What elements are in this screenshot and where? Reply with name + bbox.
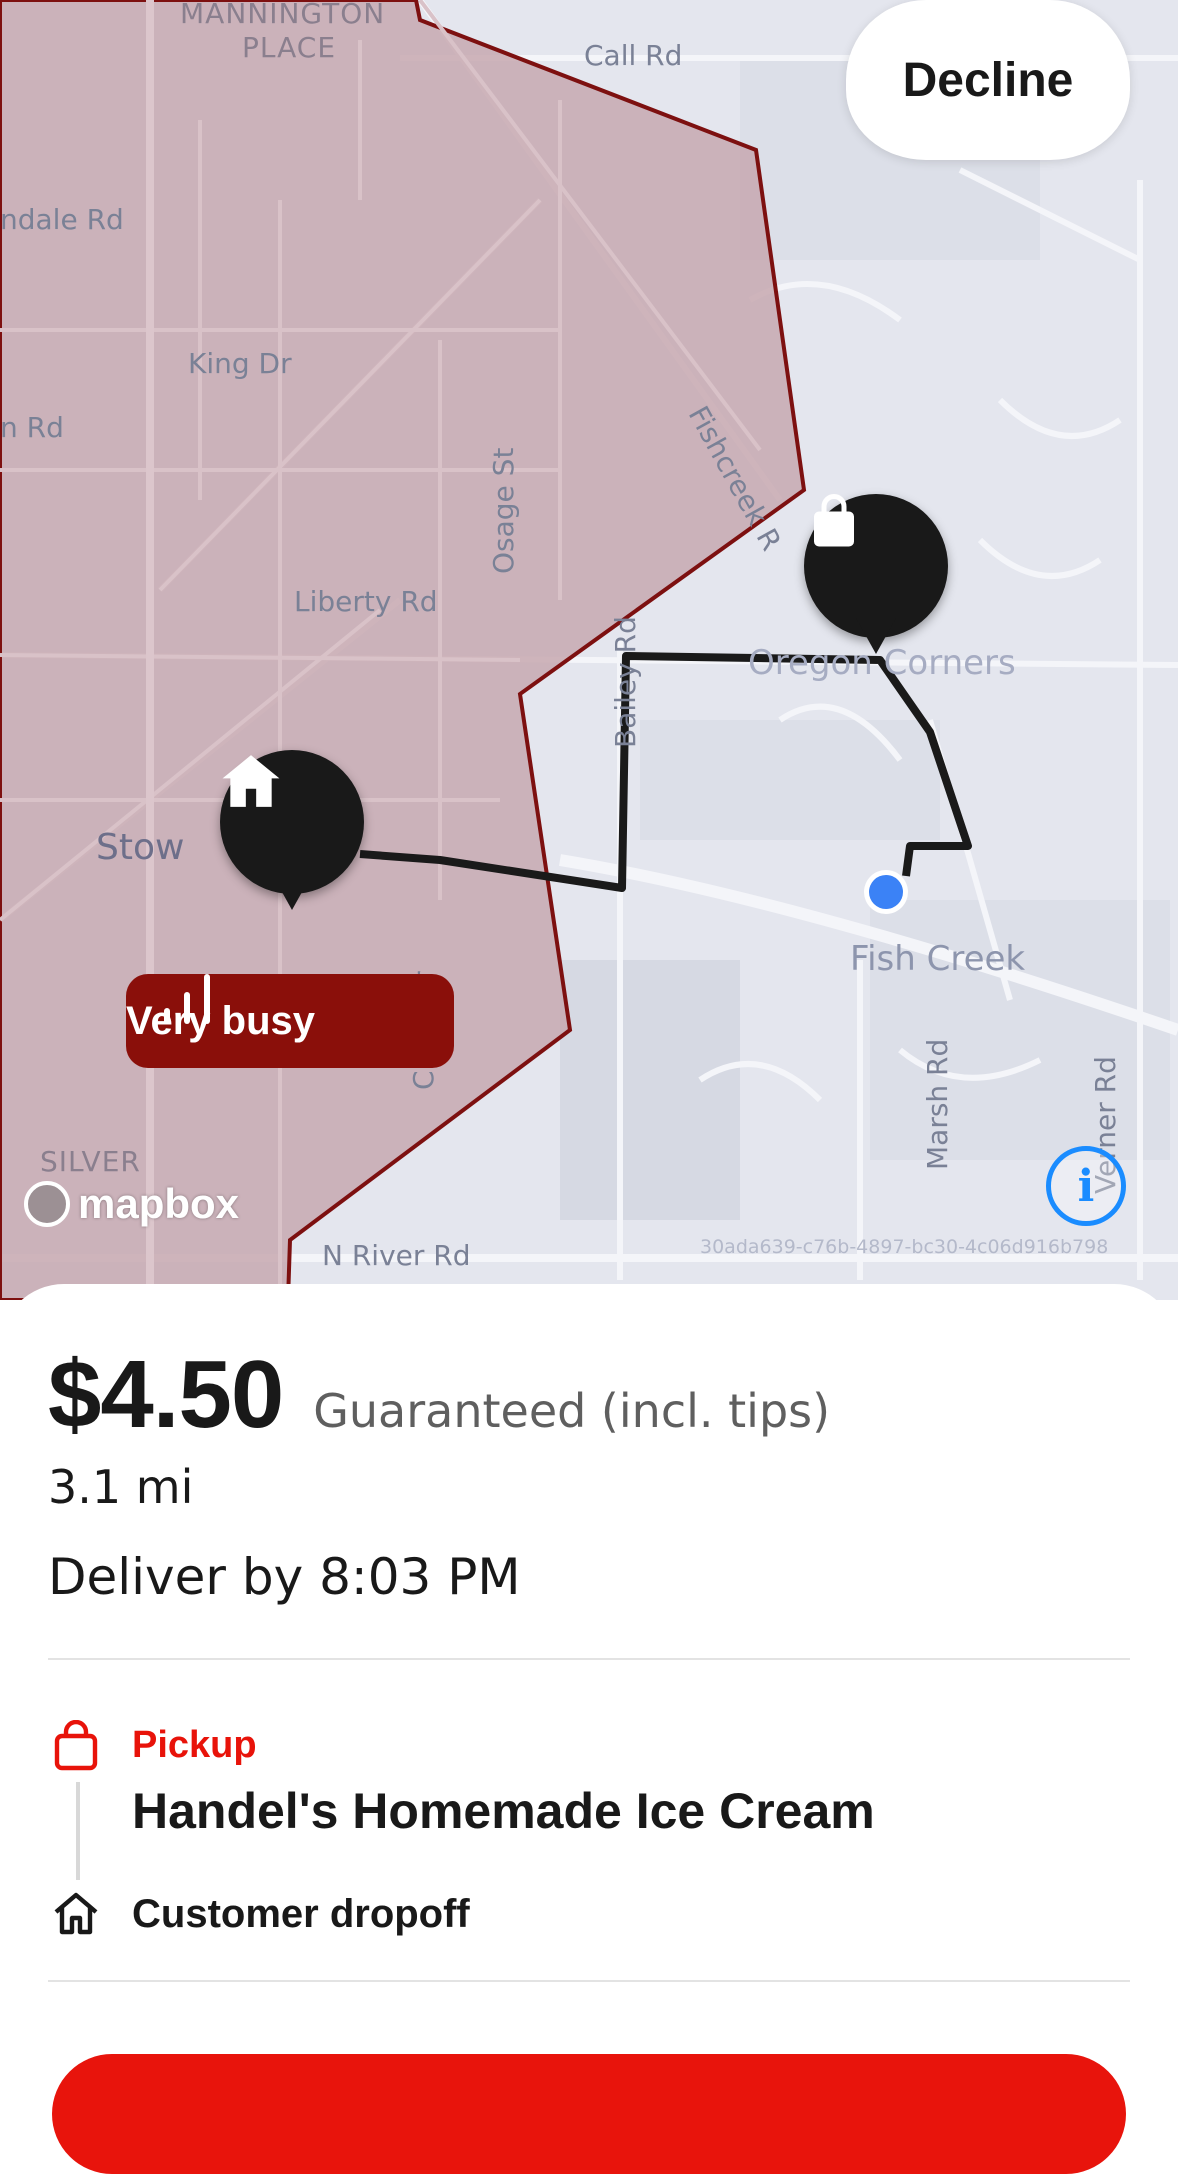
deliver-by-time: Deliver by 8:03 PM <box>48 1548 521 1606</box>
map-info-button[interactable]: i <box>1046 1146 1126 1226</box>
route-connector-line <box>76 1782 80 1880</box>
decline-button[interactable]: Decline <box>846 0 1130 160</box>
pickup-pin-circle <box>804 494 948 638</box>
mapbox-logo-icon <box>24 1181 70 1227</box>
divider <box>48 1980 1130 1982</box>
pickup-pin-tail <box>856 618 896 654</box>
map-label-fish-creek: Fish Creek <box>850 939 1026 979</box>
price-note: Guaranteed (incl. tips) <box>313 1384 831 1438</box>
store-name: Handel's Homemade Ice Cream <box>132 1783 875 1839</box>
dropoff-label: Customer dropoff <box>132 1892 470 1936</box>
map-label-n-rd: n Rd <box>0 411 64 444</box>
price-row: $4.50 Guaranteed (incl. tips) <box>48 1340 830 1450</box>
busyness-label: Very busy <box>126 998 316 1043</box>
home-outline-icon <box>54 1892 98 1935</box>
map-label-n-river-rd: N River Rd <box>322 1239 471 1272</box>
pickup-map-pin[interactable] <box>804 494 948 674</box>
map-label-osage-st: Osage St <box>487 447 520 574</box>
accept-button[interactable] <box>52 2054 1126 2174</box>
map-label-liberty-rd: Liberty Rd <box>294 585 438 618</box>
offer-distance: 3.1 mi <box>48 1460 194 1514</box>
divider <box>48 1658 1130 1660</box>
map-label-silver: SILVER <box>40 1145 141 1178</box>
dropoff-pin-tail <box>272 874 312 910</box>
shopping-bag-icon <box>814 494 854 547</box>
map-label-call-rd: Call Rd <box>584 39 683 72</box>
mapbox-logo-text: mapbox <box>78 1180 240 1227</box>
map-label-place: PLACE <box>242 31 337 64</box>
shopping-bag-icon <box>54 1720 98 1771</box>
offer-price: $4.50 <box>48 1341 284 1448</box>
mapbox-logo[interactable]: mapbox <box>24 1176 239 1232</box>
busyness-badge[interactable]: Very busy <box>126 974 454 1068</box>
map-attribution-id: 30ada639-c76b-4897-bc30-4c06d916b798 <box>700 1236 1109 1258</box>
map-label-stow: Stow <box>96 827 185 868</box>
map-label-king-dr: King Dr <box>188 347 292 380</box>
home-icon <box>222 755 280 807</box>
map-label-mannington: MANNINGTON <box>180 0 386 30</box>
dropoff-map-pin[interactable] <box>220 750 364 930</box>
busy-bars-icon <box>164 974 210 1024</box>
map-label-marsh-rd: Marsh Rd <box>921 1038 954 1170</box>
dropoff-pin-circle <box>220 750 364 894</box>
map-label-ndale-rd: ndale Rd <box>0 203 124 236</box>
offer-sheet: $4.50 Guaranteed (incl. tips) 3.1 mi Del… <box>0 1284 1178 2174</box>
pickup-label: Pickup <box>132 1724 257 1766</box>
map-label-bailey-rd: Bailey Rd <box>609 616 642 748</box>
map-view[interactable]: MANNINGTON PLACE Call Rd ndale Rd King D… <box>0 0 1178 1300</box>
